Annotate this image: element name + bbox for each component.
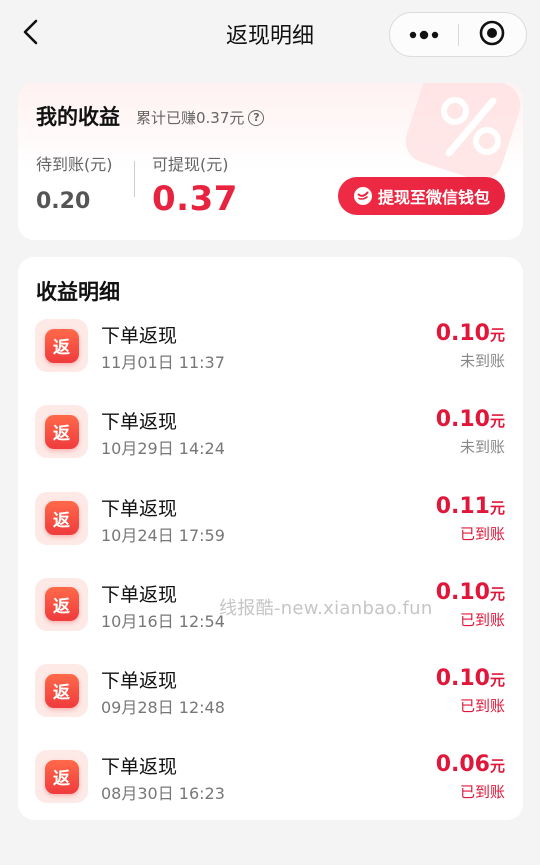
my-earnings-title: 我的收益 (36, 105, 120, 129)
watermark-text: 线报酷-new.xianbao.fun (219, 598, 433, 619)
item-title: 下单返现 (101, 411, 178, 434)
item-amount-unit: 元 (489, 498, 505, 517)
item-status: 已到账 (459, 524, 505, 543)
item-title: 下单返现 (101, 325, 178, 347)
withdrawable-label: 可提现(元) (152, 155, 229, 174)
item-status: 已到账 (459, 697, 505, 716)
mini-program-capsule (389, 12, 527, 57)
item-amount: 0.10元 (436, 407, 505, 432)
item-amount-value: 0.10 (435, 579, 490, 605)
item-status: 未到账 (459, 438, 505, 457)
cashback-badge-icon: 返 (35, 319, 88, 372)
earnings-list: 返 下单返现 11月01日 11:37 0.10元 未到账 返 下单返现 10月… (18, 319, 523, 837)
item-title: 下单返现 (101, 670, 178, 693)
item-amount-value: 0.10 (435, 321, 490, 346)
list-item[interactable]: 返 下单返现 10月29日 14:24 0.10元 未到账 (18, 405, 523, 491)
cashback-badge-icon: 返 (35, 405, 88, 459)
item-status: 未到账 (459, 352, 505, 370)
list-item[interactable]: 返 下单返现 09月28日 12:48 0.10元 已到账 (18, 664, 523, 750)
item-amount-value: 0.10 (435, 666, 490, 692)
item-status: 已到账 (459, 610, 505, 629)
withdraw-to-wechat-button[interactable]: 提现至微信钱包 (338, 177, 505, 215)
summary-divider (134, 161, 135, 197)
item-time: 08月30日 16:23 (101, 784, 225, 804)
item-amount: 0.10元 (436, 580, 505, 605)
item-title: 下单返现 (101, 497, 178, 520)
item-amount-unit: 元 (489, 671, 505, 690)
list-item[interactable]: 返 下单返现 08月30日 16:23 0.06元 已到账 (18, 750, 523, 836)
cashback-badge-icon: 返 (35, 577, 88, 631)
item-time: 10月24日 17:59 (101, 525, 225, 545)
item-amount-value: 0.11 (435, 493, 490, 519)
item-title: 下单返现 (101, 583, 178, 606)
item-amount-value: 0.10 (435, 407, 490, 433)
item-time: 11月01日 11:37 (101, 353, 225, 372)
help-icon[interactable]: ? (248, 109, 265, 126)
cashback-badge-text: 返 (44, 328, 79, 363)
item-amount-value: 0.06 (435, 752, 490, 778)
item-status: 已到账 (459, 783, 505, 802)
cashback-badge-text: 返 (44, 501, 79, 536)
total-earned: 累计已赚0.37元 ? (136, 107, 265, 128)
earnings-detail-card: 收益明细 返 下单返现 11月01日 11:37 0.10元 未到账 返 下单返… (18, 257, 523, 820)
cashback-badge-text: 返 (44, 587, 79, 622)
detail-title: 收益明细 (36, 280, 120, 304)
list-item[interactable]: 返 下单返现 11月01日 11:37 0.10元 未到账 (18, 319, 523, 405)
item-amount-unit: 元 (489, 584, 505, 603)
pending-value: 0.20 (36, 189, 91, 214)
item-amount: 0.11元 (436, 494, 505, 519)
item-amount-unit: 元 (489, 326, 505, 344)
item-amount-unit: 元 (489, 757, 505, 776)
item-amount: 0.10元 (436, 321, 505, 346)
more-dots-icon (409, 25, 439, 44)
nav-bar: 返现明细 (0, 0, 540, 68)
pending-label: 待到账(元) (36, 155, 113, 174)
close-mini-program-button[interactable] (459, 13, 526, 56)
withdrawable-value: 0.37 (152, 179, 238, 219)
item-title: 下单返现 (101, 756, 178, 779)
item-time: 09月28日 12:48 (101, 698, 225, 718)
cashback-badge-text: 返 (44, 414, 79, 449)
item-amount-unit: 元 (489, 412, 505, 431)
total-earned-text: 累计已赚0.37元 (136, 109, 245, 127)
item-amount: 0.10元 (436, 666, 505, 691)
item-time: 10月16日 12:54 (101, 611, 225, 631)
target-close-icon (479, 20, 505, 50)
earnings-summary-card: 我的收益 累计已赚0.37元 ? 待到账(元) 0.20 可提现(元) 0.37… (18, 83, 523, 240)
item-time: 10月29日 14:24 (101, 439, 225, 459)
withdraw-button-label: 提现至微信钱包 (377, 188, 490, 207)
list-item[interactable]: 返 下单返现 10月24日 17:59 0.11元 已到账 (18, 491, 523, 578)
percent-decoration-icon (383, 83, 523, 183)
cashback-badge-text: 返 (44, 759, 79, 794)
item-amount: 0.06元 (436, 752, 505, 777)
cashback-badge-text: 返 (44, 673, 79, 708)
wechat-pay-icon (353, 186, 373, 206)
more-menu-button[interactable] (390, 13, 458, 56)
cashback-badge-icon: 返 (35, 750, 88, 804)
list-item[interactable]: 返 下单返现 10月16日 12:54 0.10元 已到账 (18, 577, 523, 664)
cashback-badge-icon: 返 (35, 664, 88, 718)
cashback-badge-icon: 返 (35, 491, 88, 545)
